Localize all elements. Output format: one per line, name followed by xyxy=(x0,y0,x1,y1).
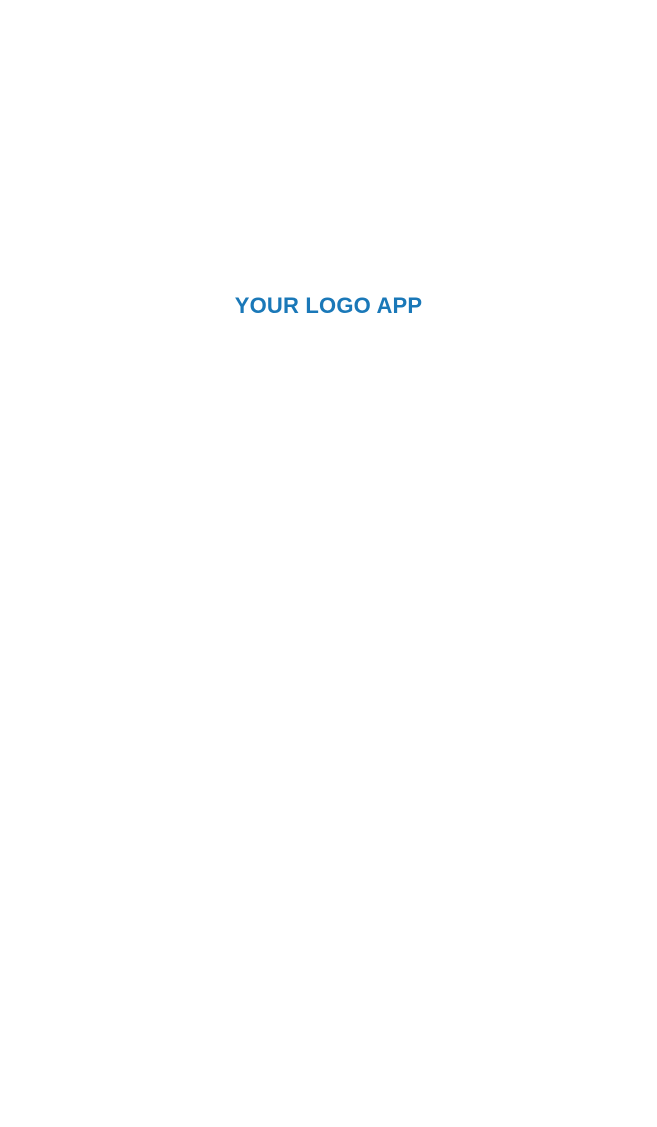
splash-screen: YOUR LOGO APP xyxy=(0,0,657,1127)
app-logo-text: YOUR LOGO APP xyxy=(234,293,423,318)
